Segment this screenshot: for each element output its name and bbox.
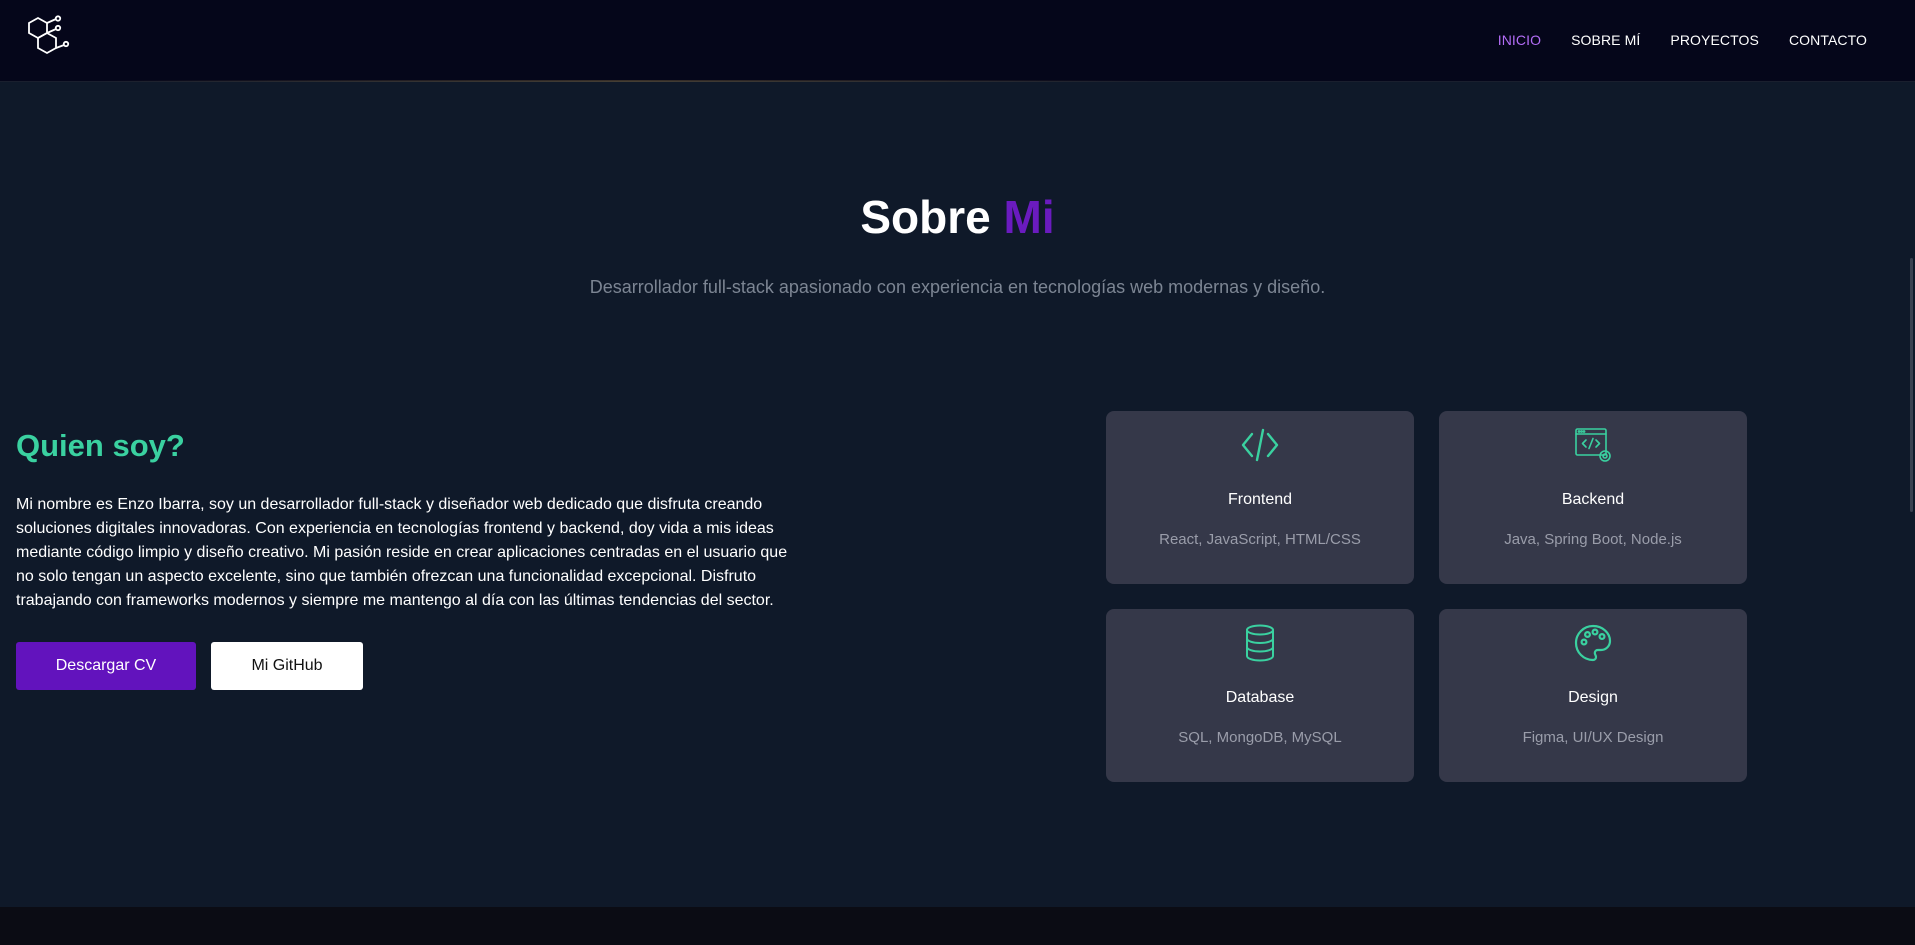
database-icon [1246,624,1274,662]
section-title-accent: Mi [1003,191,1055,243]
about-heading: Quien soy? [16,428,185,463]
skill-card-title: Database [1225,689,1295,706]
skill-card-backend: Backend Java, Spring Boot, Node.js [1439,411,1747,584]
nav-menu: INICIO SOBRE MÍ PROYECTOS CONTACTO [1498,0,1867,80]
skill-card-frontend: Frontend React, JavaScript, HTML/CSS [1106,411,1414,584]
nav-link-sobre-mi[interactable]: SOBRE MÍ [1571,32,1640,48]
nav-link-inicio[interactable]: INICIO [1498,32,1541,48]
section-subtitle: Desarrollador full-stack apasionado con … [589,277,1326,297]
about-paragraph: Mi nombre es Enzo Ibarra, soy un desarro… [16,496,788,609]
section-title: Sobre Mi [0,190,1915,244]
skill-card-desc: React, JavaScript, HTML/CSS [1159,531,1361,548]
skill-card-title: Design [1568,689,1618,706]
about-section: Sobre Mi Desarrollador full-stack apasio… [0,82,1915,907]
palette-icon [1574,624,1612,662]
skill-card-desc: SQL, MongoDB, MySQL [1178,729,1342,746]
section-title-main: Sobre [860,191,991,243]
hexagon-logo-icon[interactable] [26,14,74,62]
next-section-edge [0,907,1915,945]
skill-card-title: Backend [1561,491,1625,508]
skill-card-desc: Java, Spring Boot, Node.js [1504,531,1682,548]
skill-card-desc: Figma, UI/UX Design [1522,729,1664,746]
skill-card-design: Design Figma, UI/UX Design [1439,609,1747,782]
navbar: INICIO SOBRE MÍ PROYECTOS CONTACTO [0,0,1915,82]
nav-link-contacto[interactable]: CONTACTO [1789,32,1867,48]
download-cv-button[interactable]: Descargar CV [16,642,196,690]
skill-card-database: Database SQL, MongoDB, MySQL [1106,609,1414,782]
scrollbar-thumb[interactable] [1910,258,1913,512]
github-button[interactable]: Mi GitHub [211,642,363,690]
nav-link-proyectos[interactable]: PROYECTOS [1670,32,1759,48]
server-code-icon [1575,428,1611,462]
skill-card-title: Frontend [1227,491,1293,508]
code-icon [1241,428,1279,462]
